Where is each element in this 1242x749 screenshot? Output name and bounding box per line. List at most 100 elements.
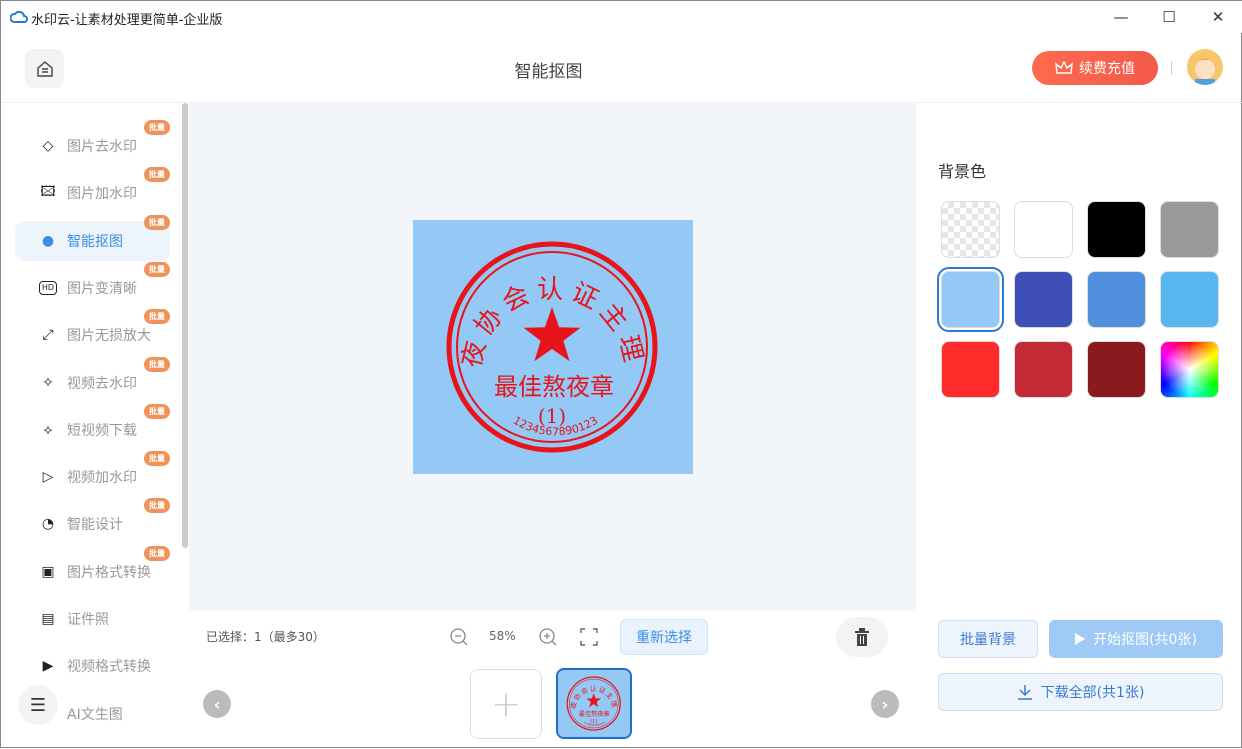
sidebar-item-label: 短视频下载 [67,422,137,439]
video-add-icon: ▷ [42,469,54,486]
sidebar-item-3[interactable]: HD 图片变清晰 批量 [15,261,170,308]
window-title: 水印云-让素材处理更简单-企业版 [31,13,223,28]
fullscreen-icon[interactable] [580,628,598,646]
add-image-button[interactable]: + [470,669,542,739]
color-swatch-6[interactable] [1087,271,1146,328]
eraser-icon: ◇ [42,138,54,154]
sidebar-item-6[interactable]: ⟡ 短视频下载 批量 [15,403,170,450]
right-panel: 背景色 批量背景 开始抠图(共0张) 下载全部(共1张) [916,103,1242,749]
next-button[interactable]: › [871,690,899,718]
sidebar-item-label: 视频去水印 [67,375,137,392]
title-bar: 水印云-让素材处理更简单-企业版 — ☐ ✕ [1,1,1242,33]
divider [1171,61,1172,75]
sidebar-item-label: 智能抠图 [67,233,123,250]
batch-badge: 批量 [144,451,170,467]
sidebar-item-1[interactable]: 🖾 图片加水印 批量 [15,167,170,213]
sidebar: ◇ 图片去水印 批量 🖾 图片加水印 批量 ● 智能抠图 批量 HD 图片变清晰… [1,103,188,749]
download-icon [1017,685,1032,700]
header: 智能抠图 续费充值 [1,33,1242,103]
sidebar-item-9[interactable]: ▣ 图片格式转换 批量 [15,545,170,592]
sidebar-item-label: 视频加水印 [67,470,137,487]
menu-icon: ☰ [29,694,47,716]
stamp-center-text: 最佳熬夜章 [494,373,614,401]
sidebar-item-label: 视频格式转换 [67,659,151,676]
sidebar-item-5[interactable]: ✧ 视频去水印 批量 [15,356,170,403]
sidebar-item-2[interactable]: ● 智能抠图 批量 [15,214,170,261]
batch-background-button[interactable]: 批量背景 [938,620,1038,658]
batch-badge: 批量 [144,356,170,372]
batch-badge: 批量 [144,498,170,514]
id-card-icon: ▤ [41,611,55,627]
color-swatch-0[interactable] [941,201,1000,258]
maximize-button[interactable]: ☐ [1149,5,1189,29]
delete-button[interactable] [836,617,888,657]
trash-icon [855,628,869,646]
sidebar-item-0[interactable]: ◇ 图片去水印 批量 [15,120,170,166]
zoom-level: 58% [489,629,516,643]
cloud-logo-icon [10,10,28,23]
sidebar-item-label: AI文生图 [67,706,123,723]
play-circle-icon: ▶ [42,658,54,675]
avatar-icon [1194,58,1216,85]
sidebar-item-4[interactable]: ⤢ 图片无损放大 批量 [15,309,170,355]
avatar[interactable] [1187,49,1223,85]
minimize-button[interactable]: — [1101,5,1141,29]
batch-badge: 批量 [144,261,170,277]
video-eraser-icon: ✧ [42,374,54,391]
download-label: 下载全部(共1张) [1040,685,1145,701]
color-swatch-3[interactable] [1160,201,1219,258]
color-swatch-4[interactable] [937,267,1004,332]
color-swatch-5[interactable] [1014,271,1073,328]
close-button[interactable]: ✕ [1198,5,1238,29]
prev-button[interactable]: ‹ [203,690,231,718]
batch-badge: 批量 [144,309,170,325]
download-all-button[interactable]: 下载全部(共1张) [938,673,1223,711]
batch-badge: 批量 [144,403,170,419]
crown-icon [1055,61,1073,74]
thumbnail-selected[interactable] [556,668,632,739]
page-title: 智能抠图 [514,62,583,82]
hd-icon: HD [39,280,57,295]
selected-count: 已选择：1（最多30） [206,630,325,644]
sidebar-item-11[interactable]: ▶ 视频格式转换 [15,646,170,686]
renew-vip-button[interactable]: 续费充值 [1032,51,1158,85]
preview-image: 熬夜协会认证主理人 最佳熬夜章 (1) 1234567890123 [397,197,693,474]
sidebar-item-label: 图片加水印 [67,186,137,203]
sidebar-item-label: 图片去水印 [67,139,137,155]
color-swatch-1[interactable] [1014,201,1073,258]
sidebar-item-8[interactable]: ◔ 智能设计 批量 [15,498,170,544]
renew-label: 续费充值 [1079,61,1135,77]
sidebar-item-label: 图片变清晰 [67,280,137,297]
reselect-button[interactable]: 重新选择 [620,619,708,655]
color-swatch-10[interactable] [1087,341,1146,398]
color-swatch-7[interactable] [1160,271,1219,328]
sidebar-item-10[interactable]: ▤ 证件照 [15,599,170,639]
background-color-label: 背景色 [938,162,987,181]
sidebar-item-label: 智能设计 [67,517,123,534]
color-swatch-2[interactable] [1087,201,1146,258]
color-swatch-8[interactable] [941,341,1000,398]
link-icon: ⟡ [43,421,53,438]
zoom-in-icon[interactable] [538,627,558,647]
cutout-icon: ● [41,232,55,249]
sidebar-item-label: 证件照 [67,612,109,628]
sidebar-item-7[interactable]: ▷ 视频加水印 批量 [15,451,170,497]
batch-badge: 批量 [144,545,170,561]
color-swatch-11[interactable] [1160,341,1219,398]
batch-badge: 批量 [144,214,170,230]
play-icon [1075,633,1086,645]
bottom-toolbar: 已选择：1（最多30） 58% 重新选择 ‹ + › [189,611,916,749]
zoom-out-icon[interactable] [449,627,469,647]
enlarge-icon: ⤢ [42,327,54,344]
sidebar-scrollbar[interactable] [182,103,188,548]
menu-button[interactable]: ☰ [18,685,58,725]
sidebar-item-label: 图片格式转换 [67,564,151,581]
preview-canvas: 熬夜协会认证主理人 最佳熬夜章 (1) 1234567890123 [189,103,916,611]
design-icon: ◔ [41,516,55,533]
start-label: 开始抠图(共0张) [1093,632,1197,648]
stamp-image: 熬夜协会认证主理人 最佳熬夜章 (1) 1234567890123 [397,197,693,474]
jpg-icon: ▣ [41,563,55,580]
color-swatch-9[interactable] [1014,341,1073,398]
sidebar-item-label: 图片无损放大 [67,328,151,345]
start-cutout-button[interactable]: 开始抠图(共0张) [1049,620,1223,658]
